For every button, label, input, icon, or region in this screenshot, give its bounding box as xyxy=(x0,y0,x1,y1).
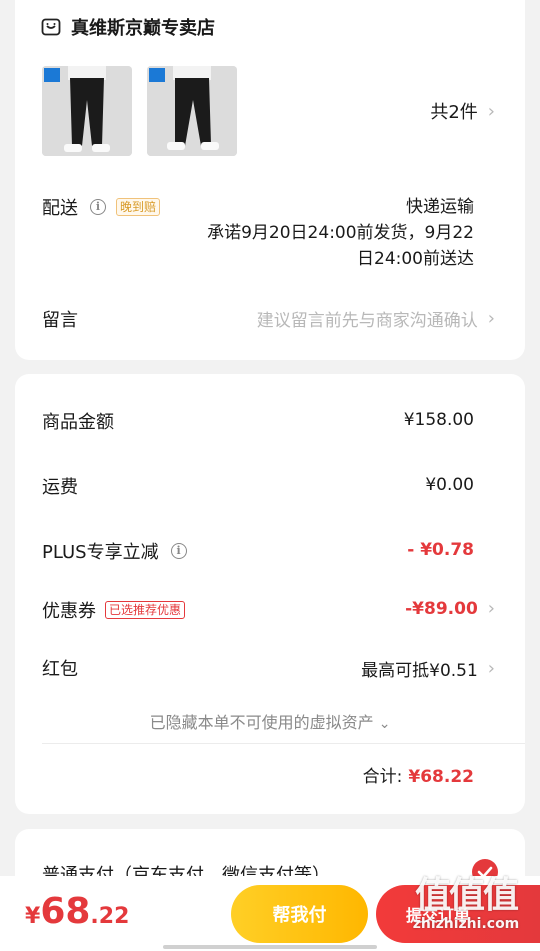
red-packet-value: 最高可抵¥0.51 xyxy=(361,661,478,681)
plus-discount-value: - ¥0.78 xyxy=(407,540,474,560)
note-field[interactable]: 建议留言前先与商家沟通确认 › xyxy=(257,306,495,331)
product-thumbnail[interactable] xyxy=(147,66,237,156)
pants-image xyxy=(147,66,237,156)
bottom-price: ¥ 68 .22 xyxy=(25,894,129,930)
price-decimal: .22 xyxy=(90,904,130,929)
product-thumbnail[interactable] xyxy=(42,66,132,156)
note-label: 留言 xyxy=(42,310,78,331)
delivery-method: 快递运输 xyxy=(406,197,474,217)
shipping-label: 运费 xyxy=(42,477,78,498)
divider xyxy=(42,743,525,744)
delivery-label: 配送 xyxy=(42,198,78,219)
bottom-action-bar: ¥ 68 .22 帮我付 提交订单 值值值 zhizhizhi.com xyxy=(0,875,540,951)
delivery-promise-line1: 承诺9月20日24:00前发货，9月22 xyxy=(207,223,474,243)
red-packet-label: 红包 xyxy=(42,659,78,680)
late-compensation-badge: 晚到赔 xyxy=(116,198,161,216)
hidden-assets-text: 已隐藏本单不可使用的虚拟资产 xyxy=(149,713,374,732)
recommended-coupon-badge: 已选推荐优惠 xyxy=(105,601,186,619)
chevron-right-icon: › xyxy=(487,100,495,122)
total-label: 合计: xyxy=(362,767,403,787)
hidden-assets-toggle[interactable]: 已隐藏本单不可使用的虚拟资产 ⌄ xyxy=(15,709,525,733)
store-header[interactable]: 真维斯京巅专卖店 xyxy=(41,14,215,40)
red-packet-row-value[interactable]: 最高可抵¥0.51 › xyxy=(361,656,495,681)
coupon-label-group: 优惠券 已选推荐优惠 xyxy=(42,597,186,623)
total-row: 合计: ¥68.22 xyxy=(363,762,474,787)
plus-discount-label: PLUS专享立减 xyxy=(42,542,159,563)
goods-amount-value: ¥158.00 xyxy=(403,410,474,430)
coupon-row-value[interactable]: -¥89.00 › xyxy=(405,598,495,619)
item-count[interactable]: 共2件 › xyxy=(430,98,495,124)
delivery-info[interactable]: 快递运输 承诺9月20日24:00前发货，9月22 日24:00前送达 xyxy=(207,194,474,272)
help-pay-button[interactable]: 帮我付 xyxy=(231,885,368,943)
store-card: 真维斯京巅专卖店 共2件 › 配送 i 晚到赔 快递运输 承诺9月20日24:0… xyxy=(15,0,525,360)
coupon-label: 优惠券 xyxy=(42,601,96,622)
delivery-label-group: 配送 i 晚到赔 xyxy=(42,194,161,220)
info-icon[interactable]: i xyxy=(170,543,187,559)
submit-order-label: 提交订单 xyxy=(405,906,470,925)
home-indicator xyxy=(163,945,377,949)
price-integer: 68 xyxy=(40,891,91,932)
cost-card: 商品金额 ¥158.00 运费 ¥0.00 PLUS专享立减 i - ¥0.78… xyxy=(15,374,525,814)
info-icon[interactable]: i xyxy=(90,199,106,215)
shipping-value: ¥0.00 xyxy=(425,475,474,495)
store-icon xyxy=(41,18,61,36)
price-symbol: ¥ xyxy=(25,904,41,929)
pants-image xyxy=(42,66,132,156)
store-name: 真维斯京巅专卖店 xyxy=(71,18,215,39)
note-placeholder: 建议留言前先与商家沟通确认 xyxy=(256,311,478,331)
help-pay-label: 帮我付 xyxy=(272,905,327,926)
chevron-right-icon: › xyxy=(487,598,495,619)
goods-amount-label: 商品金额 xyxy=(42,412,114,433)
delivery-promise-line2: 日24:00前送达 xyxy=(357,249,474,269)
chevron-right-icon: › xyxy=(487,658,495,679)
submit-order-button[interactable]: 提交订单 xyxy=(376,885,540,943)
total-value: ¥68.22 xyxy=(408,767,474,787)
chevron-down-icon: ⌄ xyxy=(378,716,391,732)
chevron-right-icon: › xyxy=(487,308,495,329)
plus-discount-label-group: PLUS专享立减 i xyxy=(42,538,187,564)
coupon-value: -¥89.00 xyxy=(405,598,478,619)
